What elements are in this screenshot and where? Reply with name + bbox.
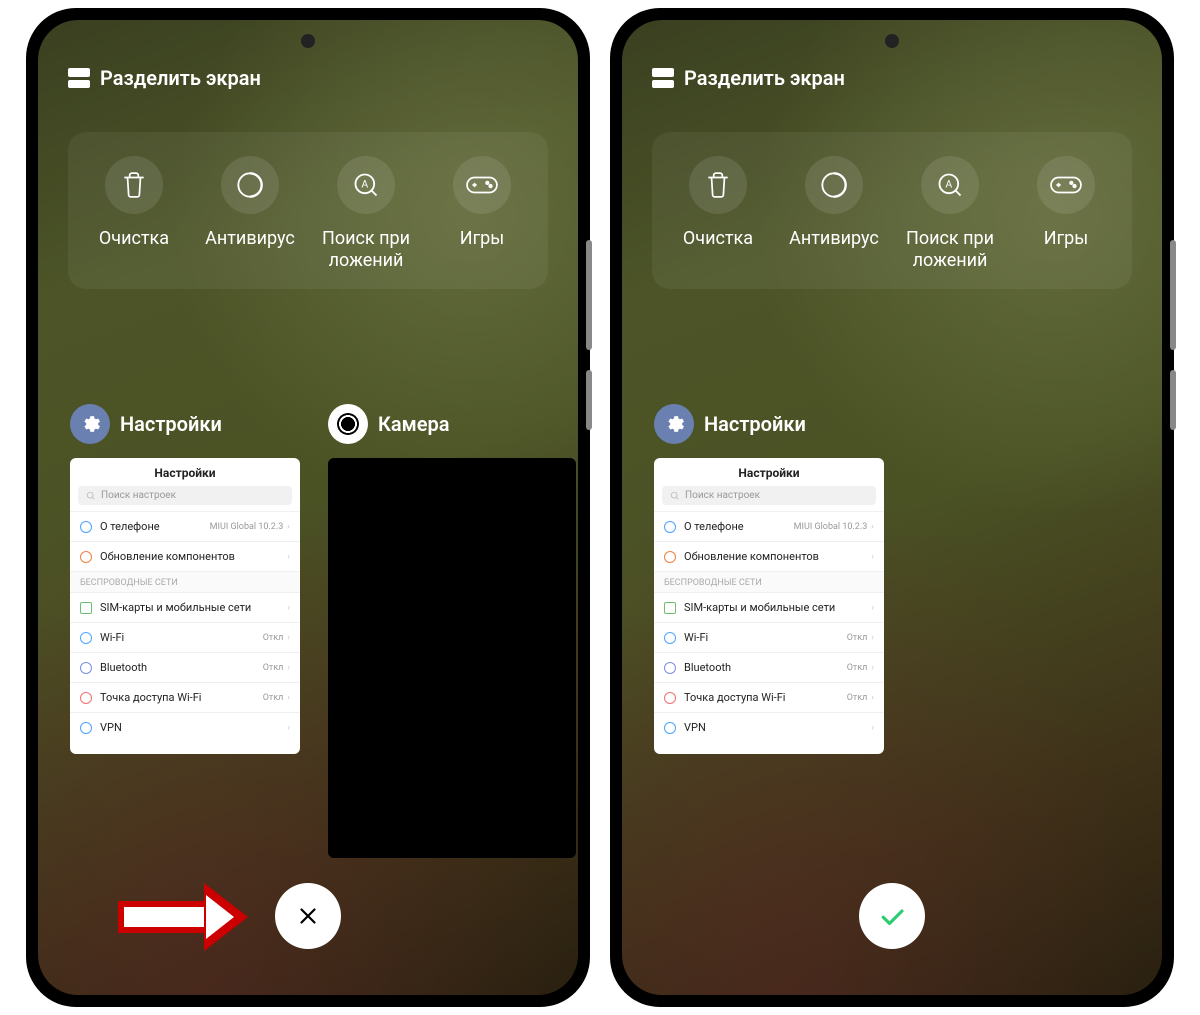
split-screen-icon xyxy=(68,68,90,88)
settings-search-placeholder: Поиск настроек xyxy=(101,490,176,501)
section-wireless: БЕСПРОВОДНЫЕ СЕТИ xyxy=(654,571,884,592)
row-vpn[interactable]: VPN › xyxy=(70,712,300,742)
row-vpn[interactable]: VPN › xyxy=(654,712,884,742)
settings-search[interactable]: Поиск настроек xyxy=(78,486,292,505)
gamepad-icon xyxy=(453,156,511,214)
camera-icon xyxy=(328,404,368,444)
tool-antivirus-label: Антивирус xyxy=(789,228,879,250)
tool-clean-label: Очистка xyxy=(99,228,169,250)
phone-right: Разделить экран Очистка Антивирус A Поис… xyxy=(612,10,1172,1005)
row-about-phone[interactable]: О телефоне MIUI Global 10.2.3› xyxy=(70,511,300,541)
card-header-camera: Камера xyxy=(328,404,576,444)
recent-cards: Настройки Настройки Поиск настроек О тел… xyxy=(70,404,578,858)
tool-search-apps[interactable]: A Поиск при ложений xyxy=(308,156,424,271)
svg-text:A: A xyxy=(945,177,952,190)
search-apps-icon: A xyxy=(337,156,395,214)
row-bluetooth[interactable]: Bluetooth Откл› xyxy=(70,652,300,682)
tool-search-apps-label: Поиск при ложений xyxy=(322,228,410,271)
trash-icon xyxy=(105,156,163,214)
row-update-components[interactable]: Обновление компонентов › xyxy=(70,541,300,571)
recent-card-settings[interactable]: Настройки Настройки Поиск настроек О тел… xyxy=(654,404,884,754)
row-sim[interactable]: SIM-карты и мобильные сети › xyxy=(654,592,884,622)
clear-all-button[interactable] xyxy=(275,883,341,949)
tool-games[interactable]: Игры xyxy=(424,156,540,271)
settings-search[interactable]: Поиск настроек xyxy=(662,486,876,505)
row-hotspot[interactable]: Точка доступа Wi-Fi Откл› xyxy=(654,682,884,712)
tool-clean-label: Очистка xyxy=(683,228,753,250)
split-screen-label: Разделить экран xyxy=(100,66,261,90)
split-screen-icon xyxy=(652,68,674,88)
row-wifi[interactable]: Wi-Fi Откл› xyxy=(70,622,300,652)
tools-row: Очистка Антивирус A Поиск при ложений Иг… xyxy=(68,132,548,289)
settings-preview: Настройки Поиск настроек О телефоне MIUI… xyxy=(70,458,300,754)
camera-preview xyxy=(328,458,576,858)
section-wireless: БЕСПРОВОДНЫЕ СЕТИ xyxy=(70,571,300,592)
row-about-phone[interactable]: О телефоне MIUI Global 10.2.3› xyxy=(654,511,884,541)
power-button[interactable] xyxy=(1170,370,1176,430)
tool-search-apps[interactable]: A Поиск при ложений xyxy=(892,156,1008,271)
trash-icon xyxy=(689,156,747,214)
tool-antivirus[interactable]: Антивирус xyxy=(776,156,892,271)
card-header-settings: Настройки xyxy=(654,404,884,444)
tool-games[interactable]: Игры xyxy=(1008,156,1124,271)
antivirus-icon xyxy=(221,156,279,214)
row-update-components[interactable]: Обновление компонентов › xyxy=(654,541,884,571)
settings-search-placeholder: Поиск настроек xyxy=(685,490,760,501)
settings-prev-title: Настройки xyxy=(654,458,884,486)
tool-clean[interactable]: Очистка xyxy=(660,156,776,271)
confirm-cleared-button[interactable] xyxy=(859,883,925,949)
tool-games-label: Игры xyxy=(460,228,504,250)
tool-clean[interactable]: Очистка xyxy=(76,156,192,271)
gear-icon xyxy=(654,404,694,444)
card-title-settings: Настройки xyxy=(120,412,222,436)
recent-apps-screen: Разделить экран Очистка Антивирус A Поис… xyxy=(38,20,578,995)
tool-antivirus-label: Антивирус xyxy=(205,228,295,250)
recent-card-settings[interactable]: Настройки Настройки Поиск настроек О тел… xyxy=(70,404,300,858)
card-header-settings: Настройки xyxy=(70,404,300,444)
split-screen-button[interactable]: Разделить экран xyxy=(68,66,261,90)
gear-icon xyxy=(70,404,110,444)
tool-games-label: Игры xyxy=(1044,228,1088,250)
recent-cards: Настройки Настройки Поиск настроек О тел… xyxy=(654,404,1162,754)
recent-card-camera[interactable]: Камера xyxy=(328,404,576,858)
close-icon xyxy=(295,903,321,929)
split-screen-button[interactable]: Разделить экран xyxy=(652,66,845,90)
annotation-arrow xyxy=(118,887,248,947)
check-icon xyxy=(877,901,907,931)
volume-button[interactable] xyxy=(1170,240,1176,350)
row-bluetooth[interactable]: Bluetooth Откл› xyxy=(654,652,884,682)
search-apps-icon: A xyxy=(921,156,979,214)
tool-antivirus[interactable]: Антивирус xyxy=(192,156,308,271)
row-wifi[interactable]: Wi-Fi Откл› xyxy=(654,622,884,652)
settings-prev-title: Настройки xyxy=(70,458,300,486)
svg-text:A: A xyxy=(361,177,368,190)
recent-apps-screen: Разделить экран Очистка Антивирус A Поис… xyxy=(622,20,1162,995)
phone-left: Разделить экран Очистка Антивирус A Поис… xyxy=(28,10,588,1005)
antivirus-icon xyxy=(805,156,863,214)
tool-search-apps-label: Поиск при ложений xyxy=(906,228,994,271)
card-title-settings: Настройки xyxy=(704,412,806,436)
power-button[interactable] xyxy=(586,370,592,430)
row-hotspot[interactable]: Точка доступа Wi-Fi Откл› xyxy=(70,682,300,712)
settings-preview: Настройки Поиск настроек О телефоне MIUI… xyxy=(654,458,884,754)
tools-row: Очистка Антивирус A Поиск при ложений Иг… xyxy=(652,132,1132,289)
split-screen-label: Разделить экран xyxy=(684,66,845,90)
gamepad-icon xyxy=(1037,156,1095,214)
card-title-camera: Камера xyxy=(378,412,450,436)
volume-button[interactable] xyxy=(586,240,592,350)
row-sim[interactable]: SIM-карты и мобильные сети › xyxy=(70,592,300,622)
